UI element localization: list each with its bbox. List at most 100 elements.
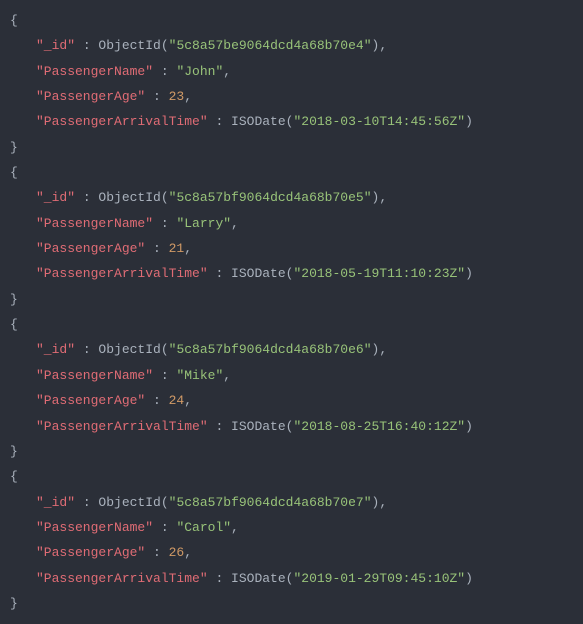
id-key: "_id" bbox=[36, 495, 75, 510]
comma: , bbox=[231, 520, 239, 535]
comma: , bbox=[223, 368, 231, 383]
colon: : bbox=[145, 393, 168, 408]
code-line-id: "_id" : ObjectId("5c8a57be9064dcd4a68b70… bbox=[0, 33, 583, 58]
open-paren: ( bbox=[161, 342, 169, 357]
comma: , bbox=[223, 64, 231, 79]
code-line-time: "PassengerArrivalTime" : ISODate("2018-0… bbox=[0, 414, 583, 439]
comma: , bbox=[231, 216, 239, 231]
code-line-time: "PassengerArrivalTime" : ISODate("2018-0… bbox=[0, 261, 583, 286]
code-line-age: "PassengerAge" : 21, bbox=[0, 236, 583, 261]
code-line-name: "PassengerName" : "Larry", bbox=[0, 211, 583, 236]
close-brace: } bbox=[0, 591, 583, 616]
colon: : bbox=[208, 114, 231, 129]
time-key: "PassengerArrivalTime" bbox=[36, 571, 208, 586]
age-value: 21 bbox=[169, 241, 185, 256]
code-line-age: "PassengerAge" : 24, bbox=[0, 388, 583, 413]
time-key: "PassengerArrivalTime" bbox=[36, 266, 208, 281]
open-brace: { bbox=[0, 8, 583, 33]
isodate-func: ISODate bbox=[231, 114, 286, 129]
comma: , bbox=[184, 545, 192, 560]
age-value: 24 bbox=[169, 393, 185, 408]
time-value: "2019-01-29T09:45:10Z" bbox=[293, 571, 465, 586]
open-brace: { bbox=[0, 464, 583, 489]
time-value: "2018-03-10T14:45:56Z" bbox=[293, 114, 465, 129]
age-key: "PassengerAge" bbox=[36, 89, 145, 104]
open-paren: ( bbox=[161, 38, 169, 53]
age-value: 23 bbox=[169, 89, 185, 104]
colon: : bbox=[75, 495, 98, 510]
objectid-func: ObjectId bbox=[98, 342, 160, 357]
open-paren: ( bbox=[161, 190, 169, 205]
close-paren: ) bbox=[465, 114, 473, 129]
id-key: "_id" bbox=[36, 38, 75, 53]
age-key: "PassengerAge" bbox=[36, 393, 145, 408]
id-key: "_id" bbox=[36, 190, 75, 205]
id-value: "5c8a57bf9064dcd4a68b70e5" bbox=[169, 190, 372, 205]
id-value: "5c8a57bf9064dcd4a68b70e7" bbox=[169, 495, 372, 510]
code-line-name: "PassengerName" : "John", bbox=[0, 59, 583, 84]
comma: , bbox=[184, 89, 192, 104]
comma: , bbox=[379, 38, 387, 53]
open-brace: { bbox=[0, 312, 583, 337]
open-paren: ( bbox=[161, 495, 169, 510]
isodate-func: ISODate bbox=[231, 266, 286, 281]
name-value: "Larry" bbox=[176, 216, 231, 231]
time-key: "PassengerArrivalTime" bbox=[36, 114, 208, 129]
comma: , bbox=[379, 342, 387, 357]
close-brace: } bbox=[0, 287, 583, 312]
close-paren: ) bbox=[465, 266, 473, 281]
colon: : bbox=[145, 545, 168, 560]
time-value: "2018-08-25T16:40:12Z" bbox=[293, 419, 465, 434]
code-line-id: "_id" : ObjectId("5c8a57bf9064dcd4a68b70… bbox=[0, 490, 583, 515]
isodate-func: ISODate bbox=[231, 571, 286, 586]
age-key: "PassengerAge" bbox=[36, 545, 145, 560]
colon: : bbox=[208, 266, 231, 281]
colon: : bbox=[153, 64, 176, 79]
objectid-func: ObjectId bbox=[98, 190, 160, 205]
colon: : bbox=[145, 89, 168, 104]
comma: , bbox=[379, 190, 387, 205]
age-key: "PassengerAge" bbox=[36, 241, 145, 256]
comma: , bbox=[184, 393, 192, 408]
age-value: 26 bbox=[169, 545, 185, 560]
colon: : bbox=[75, 38, 98, 53]
colon: : bbox=[145, 241, 168, 256]
id-value: "5c8a57be9064dcd4a68b70e4" bbox=[169, 38, 372, 53]
code-line-time: "PassengerArrivalTime" : ISODate("2018-0… bbox=[0, 109, 583, 134]
time-key: "PassengerArrivalTime" bbox=[36, 419, 208, 434]
code-line-name: "PassengerName" : "Mike", bbox=[0, 363, 583, 388]
close-brace: } bbox=[0, 135, 583, 160]
name-key: "PassengerName" bbox=[36, 216, 153, 231]
name-value: "John" bbox=[176, 64, 223, 79]
time-value: "2018-05-19T11:10:23Z" bbox=[293, 266, 465, 281]
code-line-id: "_id" : ObjectId("5c8a57bf9064dcd4a68b70… bbox=[0, 337, 583, 362]
close-paren: ) bbox=[465, 571, 473, 586]
colon: : bbox=[75, 342, 98, 357]
name-key: "PassengerName" bbox=[36, 64, 153, 79]
colon: : bbox=[75, 190, 98, 205]
name-key: "PassengerName" bbox=[36, 520, 153, 535]
name-value: "Mike" bbox=[176, 368, 223, 383]
comma: , bbox=[184, 241, 192, 256]
code-line-id: "_id" : ObjectId("5c8a57bf9064dcd4a68b70… bbox=[0, 185, 583, 210]
code-line-age: "PassengerAge" : 23, bbox=[0, 84, 583, 109]
colon: : bbox=[153, 216, 176, 231]
code-line-time: "PassengerArrivalTime" : ISODate("2019-0… bbox=[0, 566, 583, 591]
name-key: "PassengerName" bbox=[36, 368, 153, 383]
colon: : bbox=[208, 571, 231, 586]
code-line-name: "PassengerName" : "Carol", bbox=[0, 515, 583, 540]
id-value: "5c8a57bf9064dcd4a68b70e6" bbox=[169, 342, 372, 357]
colon: : bbox=[153, 368, 176, 383]
name-value: "Carol" bbox=[176, 520, 231, 535]
open-brace: { bbox=[0, 160, 583, 185]
isodate-func: ISODate bbox=[231, 419, 286, 434]
colon: : bbox=[208, 419, 231, 434]
objectid-func: ObjectId bbox=[98, 38, 160, 53]
objectid-func: ObjectId bbox=[98, 495, 160, 510]
close-paren: ) bbox=[465, 419, 473, 434]
code-line-age: "PassengerAge" : 26, bbox=[0, 540, 583, 565]
close-brace: } bbox=[0, 439, 583, 464]
comma: , bbox=[379, 495, 387, 510]
colon: : bbox=[153, 520, 176, 535]
id-key: "_id" bbox=[36, 342, 75, 357]
